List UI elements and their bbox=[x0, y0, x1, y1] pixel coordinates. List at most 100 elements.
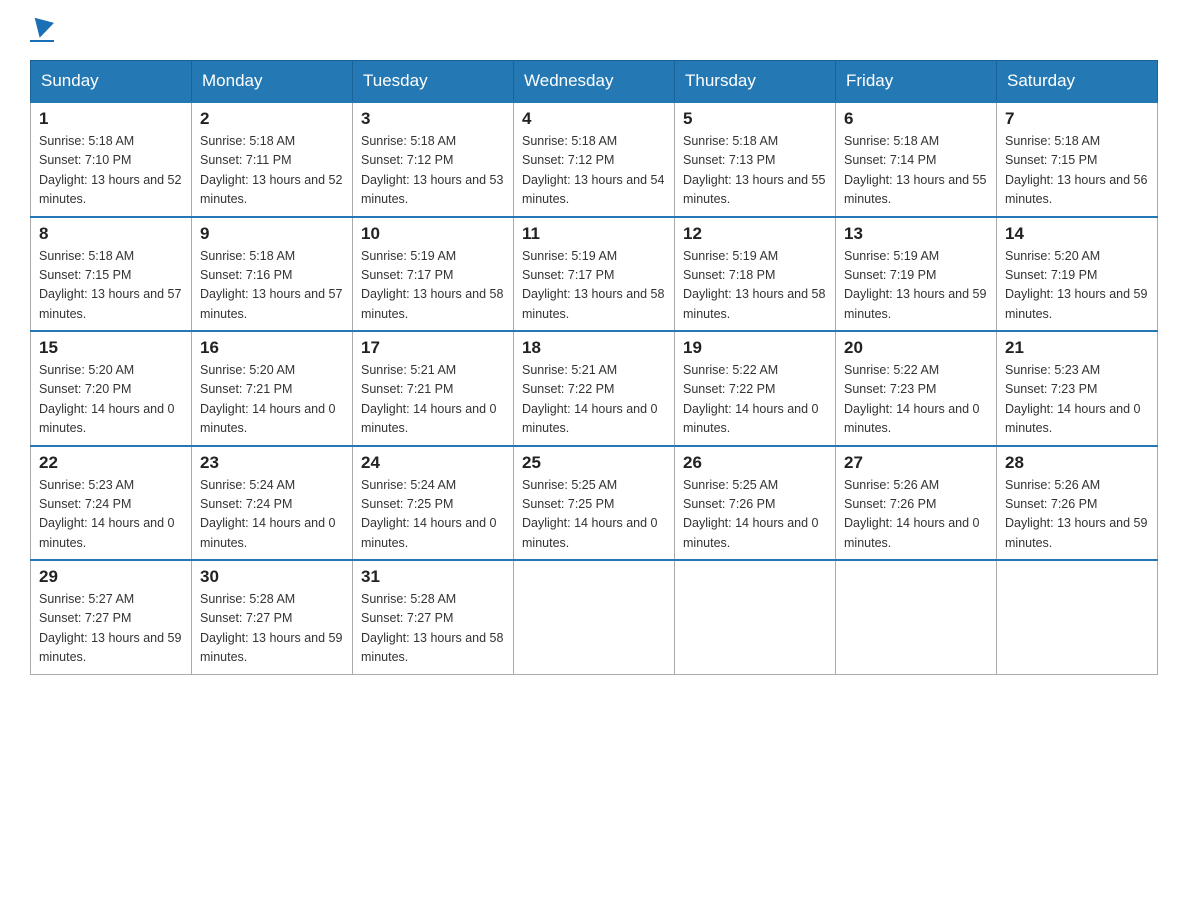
day-info: Sunrise: 5:24 AMSunset: 7:24 PMDaylight:… bbox=[200, 476, 344, 554]
day-info: Sunrise: 5:19 AMSunset: 7:18 PMDaylight:… bbox=[683, 247, 827, 325]
day-info: Sunrise: 5:18 AMSunset: 7:14 PMDaylight:… bbox=[844, 132, 988, 210]
day-info: Sunrise: 5:22 AMSunset: 7:22 PMDaylight:… bbox=[683, 361, 827, 439]
day-number: 20 bbox=[844, 338, 988, 358]
day-number: 19 bbox=[683, 338, 827, 358]
day-info: Sunrise: 5:27 AMSunset: 7:27 PMDaylight:… bbox=[39, 590, 183, 668]
day-number: 30 bbox=[200, 567, 344, 587]
day-number: 26 bbox=[683, 453, 827, 473]
day-info: Sunrise: 5:18 AMSunset: 7:10 PMDaylight:… bbox=[39, 132, 183, 210]
day-number: 3 bbox=[361, 109, 505, 129]
day-number: 9 bbox=[200, 224, 344, 244]
day-info: Sunrise: 5:20 AMSunset: 7:19 PMDaylight:… bbox=[1005, 247, 1149, 325]
calendar-cell: 5Sunrise: 5:18 AMSunset: 7:13 PMDaylight… bbox=[675, 102, 836, 217]
day-number: 22 bbox=[39, 453, 183, 473]
calendar-cell: 25 Sunrise: 5:25 AMSunset: 7:25 PMDayligh… bbox=[514, 446, 675, 561]
day-info: Sunrise: 5:23 AMSunset: 7:24 PMDaylight:… bbox=[39, 476, 183, 554]
week-row-3: 15Sunrise: 5:20 AMSunset: 7:20 PMDayligh… bbox=[31, 331, 1158, 446]
day-number: 28 bbox=[1005, 453, 1149, 473]
day-info: Sunrise: 5:19 AMSunset: 7:17 PMDaylight:… bbox=[522, 247, 666, 325]
calendar-table: SundayMondayTuesdayWednesdayThursdayFrid… bbox=[30, 60, 1158, 675]
day-info: Sunrise: 5:21 AMSunset: 7:21 PMDaylight:… bbox=[361, 361, 505, 439]
calendar-cell: 1Sunrise: 5:18 AMSunset: 7:10 PMDaylight… bbox=[31, 102, 192, 217]
weekday-header-sunday: Sunday bbox=[31, 61, 192, 103]
day-info: Sunrise: 5:25 AMSunset: 7:26 PMDaylight:… bbox=[683, 476, 827, 554]
day-info: Sunrise: 5:18 AMSunset: 7:15 PMDaylight:… bbox=[1005, 132, 1149, 210]
day-info: Sunrise: 5:18 AMSunset: 7:11 PMDaylight:… bbox=[200, 132, 344, 210]
logo-underline bbox=[30, 40, 54, 42]
calendar-cell: 29 Sunrise: 5:27 AMSunset: 7:27 PMDayligh… bbox=[31, 560, 192, 674]
day-number: 14 bbox=[1005, 224, 1149, 244]
calendar-cell: 15Sunrise: 5:20 AMSunset: 7:20 PMDayligh… bbox=[31, 331, 192, 446]
day-info: Sunrise: 5:23 AMSunset: 7:23 PMDaylight:… bbox=[1005, 361, 1149, 439]
day-number: 8 bbox=[39, 224, 183, 244]
day-number: 4 bbox=[522, 109, 666, 129]
day-info: Sunrise: 5:21 AMSunset: 7:22 PMDaylight:… bbox=[522, 361, 666, 439]
day-number: 31 bbox=[361, 567, 505, 587]
day-number: 21 bbox=[1005, 338, 1149, 358]
day-info: Sunrise: 5:24 AMSunset: 7:25 PMDaylight:… bbox=[361, 476, 505, 554]
day-info: Sunrise: 5:28 AMSunset: 7:27 PMDaylight:… bbox=[200, 590, 344, 668]
day-info: Sunrise: 5:19 AMSunset: 7:17 PMDaylight:… bbox=[361, 247, 505, 325]
weekday-header-monday: Monday bbox=[192, 61, 353, 103]
day-info: Sunrise: 5:28 AMSunset: 7:27 PMDaylight:… bbox=[361, 590, 505, 668]
weekday-header-saturday: Saturday bbox=[997, 61, 1158, 103]
day-info: Sunrise: 5:26 AMSunset: 7:26 PMDaylight:… bbox=[844, 476, 988, 554]
day-info: Sunrise: 5:18 AMSunset: 7:16 PMDaylight:… bbox=[200, 247, 344, 325]
calendar-cell: 18Sunrise: 5:21 AMSunset: 7:22 PMDayligh… bbox=[514, 331, 675, 446]
calendar-cell: 10 Sunrise: 5:19 AMSunset: 7:17 PMDayligh… bbox=[353, 217, 514, 332]
day-info: Sunrise: 5:20 AMSunset: 7:21 PMDaylight:… bbox=[200, 361, 344, 439]
calendar-cell bbox=[514, 560, 675, 674]
calendar-cell: 31 Sunrise: 5:28 AMSunset: 7:27 PMDayligh… bbox=[353, 560, 514, 674]
calendar-cell: 23Sunrise: 5:24 AMSunset: 7:24 PMDayligh… bbox=[192, 446, 353, 561]
calendar-cell: 16 Sunrise: 5:20 AMSunset: 7:21 PMDayligh… bbox=[192, 331, 353, 446]
day-number: 16 bbox=[200, 338, 344, 358]
calendar-cell: 27 Sunrise: 5:26 AMSunset: 7:26 PMDayligh… bbox=[836, 446, 997, 561]
day-number: 6 bbox=[844, 109, 988, 129]
calendar-cell: 14 Sunrise: 5:20 AMSunset: 7:19 PMDayligh… bbox=[997, 217, 1158, 332]
calendar-cell: 9 Sunrise: 5:18 AMSunset: 7:16 PMDaylight… bbox=[192, 217, 353, 332]
day-number: 13 bbox=[844, 224, 988, 244]
week-row-4: 22 Sunrise: 5:23 AMSunset: 7:24 PMDayligh… bbox=[31, 446, 1158, 561]
page-header bbox=[30, 20, 1158, 42]
day-number: 7 bbox=[1005, 109, 1149, 129]
calendar-cell: 22 Sunrise: 5:23 AMSunset: 7:24 PMDayligh… bbox=[31, 446, 192, 561]
calendar-cell bbox=[836, 560, 997, 674]
day-number: 24 bbox=[361, 453, 505, 473]
weekday-header-thursday: Thursday bbox=[675, 61, 836, 103]
calendar-cell: 28 Sunrise: 5:26 AMSunset: 7:26 PMDayligh… bbox=[997, 446, 1158, 561]
weekday-header-row: SundayMondayTuesdayWednesdayThursdayFrid… bbox=[31, 61, 1158, 103]
day-number: 2 bbox=[200, 109, 344, 129]
logo-triangle-icon bbox=[30, 18, 54, 41]
week-row-2: 8 Sunrise: 5:18 AMSunset: 7:15 PMDaylight… bbox=[31, 217, 1158, 332]
day-info: Sunrise: 5:20 AMSunset: 7:20 PMDaylight:… bbox=[39, 361, 183, 439]
calendar-cell: 24 Sunrise: 5:24 AMSunset: 7:25 PMDayligh… bbox=[353, 446, 514, 561]
calendar-cell: 17 Sunrise: 5:21 AMSunset: 7:21 PMDayligh… bbox=[353, 331, 514, 446]
day-number: 27 bbox=[844, 453, 988, 473]
calendar-cell: 6 Sunrise: 5:18 AMSunset: 7:14 PMDaylight… bbox=[836, 102, 997, 217]
logo bbox=[30, 20, 54, 42]
calendar-cell bbox=[675, 560, 836, 674]
weekday-header-wednesday: Wednesday bbox=[514, 61, 675, 103]
day-info: Sunrise: 5:19 AMSunset: 7:19 PMDaylight:… bbox=[844, 247, 988, 325]
day-info: Sunrise: 5:26 AMSunset: 7:26 PMDaylight:… bbox=[1005, 476, 1149, 554]
day-info: Sunrise: 5:25 AMSunset: 7:25 PMDaylight:… bbox=[522, 476, 666, 554]
day-number: 11 bbox=[522, 224, 666, 244]
calendar-cell: 7 Sunrise: 5:18 AMSunset: 7:15 PMDaylight… bbox=[997, 102, 1158, 217]
calendar-cell: 2 Sunrise: 5:18 AMSunset: 7:11 PMDaylight… bbox=[192, 102, 353, 217]
calendar-cell: 21 Sunrise: 5:23 AMSunset: 7:23 PMDayligh… bbox=[997, 331, 1158, 446]
calendar-cell: 3Sunrise: 5:18 AMSunset: 7:12 PMDaylight… bbox=[353, 102, 514, 217]
day-number: 12 bbox=[683, 224, 827, 244]
day-number: 10 bbox=[361, 224, 505, 244]
day-number: 25 bbox=[522, 453, 666, 473]
calendar-cell: 19 Sunrise: 5:22 AMSunset: 7:22 PMDayligh… bbox=[675, 331, 836, 446]
day-info: Sunrise: 5:22 AMSunset: 7:23 PMDaylight:… bbox=[844, 361, 988, 439]
day-info: Sunrise: 5:18 AMSunset: 7:15 PMDaylight:… bbox=[39, 247, 183, 325]
weekday-header-friday: Friday bbox=[836, 61, 997, 103]
day-number: 17 bbox=[361, 338, 505, 358]
calendar-cell bbox=[997, 560, 1158, 674]
day-number: 29 bbox=[39, 567, 183, 587]
week-row-1: 1Sunrise: 5:18 AMSunset: 7:10 PMDaylight… bbox=[31, 102, 1158, 217]
calendar-cell: 26 Sunrise: 5:25 AMSunset: 7:26 PMDayligh… bbox=[675, 446, 836, 561]
calendar-cell: 12 Sunrise: 5:19 AMSunset: 7:18 PMDayligh… bbox=[675, 217, 836, 332]
calendar-cell: 11 Sunrise: 5:19 AMSunset: 7:17 PMDayligh… bbox=[514, 217, 675, 332]
